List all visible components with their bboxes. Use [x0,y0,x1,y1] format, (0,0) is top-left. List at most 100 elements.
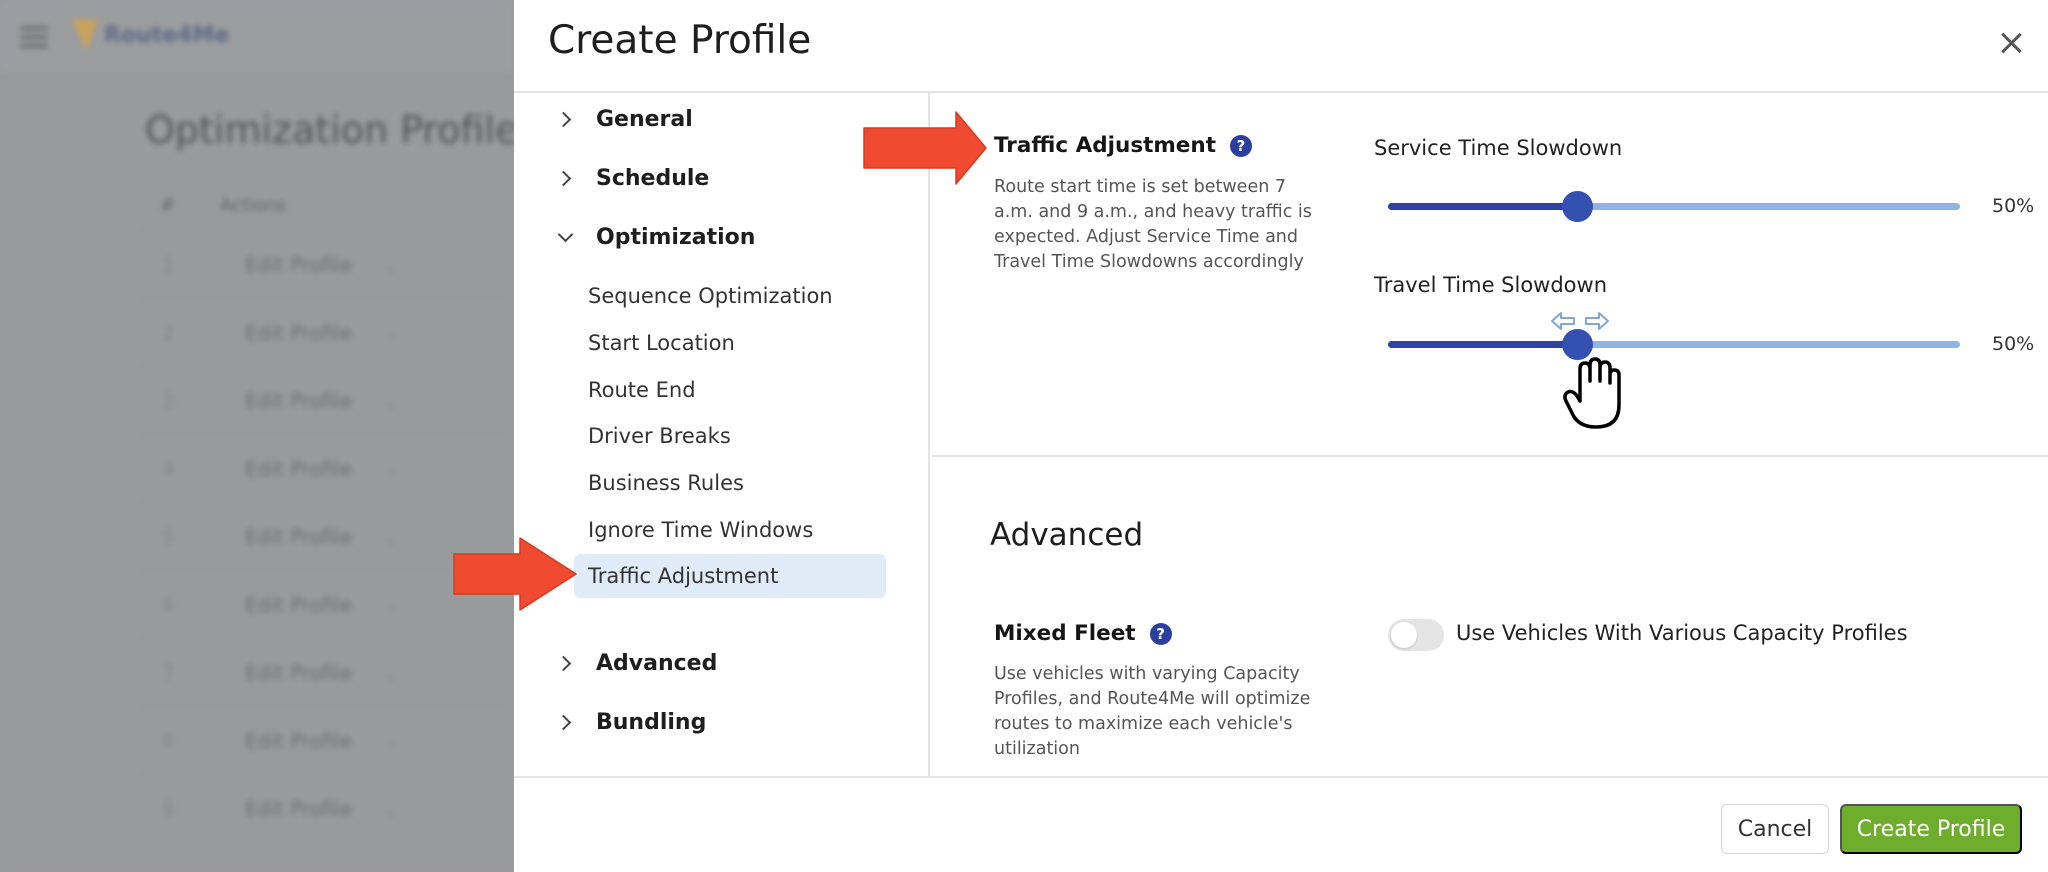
table-row: 4 Edit Profile ⌄ [140,434,514,502]
mixed-fleet-toggle[interactable] [1388,619,1444,651]
row-number: 1 [162,252,175,277]
edit-profile-action: Edit Profile [245,728,353,753]
table-row: 8 Edit Profile ⌄ [140,706,514,774]
travel-time-slowdown-label: Travel Time Slowdown [1374,273,1608,297]
annotation-arrow-icon [863,111,987,185]
chevron-down-icon: ⌄ [382,320,400,345]
chevron-down-icon: ⌄ [382,456,400,481]
column-header-actions: Actions [220,194,286,216]
profile-settings-nav: General Schedule Optimization Sequence O… [514,93,930,776]
edit-profile-action: Edit Profile [245,796,353,821]
row-number: 2 [162,320,175,345]
chevron-right-icon [554,652,578,676]
nav-item-traffic-adjustment[interactable]: Traffic Adjustment [574,554,886,598]
table-row: 3 Edit Profile ⌄ [140,366,514,434]
chevron-down-icon: ⌄ [382,728,400,753]
traffic-adjustment-title: Traffic Adjustment ? [994,133,1252,158]
annotation-arrow-icon [453,537,577,611]
traffic-adjustment-heading: Traffic Adjustment [994,133,1216,158]
nav-item-route-end[interactable]: Route End [574,368,886,412]
create-profile-modal: Create Profile General Schedule Optimiza… [514,0,2048,872]
edit-profile-action: Edit Profile [245,660,353,685]
row-number: 5 [162,524,175,549]
help-icon[interactable]: ? [1229,134,1252,157]
nav-section-label: Optimization [596,225,756,250]
logo-text: Route4Me [104,22,230,48]
travel-time-slowdown-slider[interactable] [1388,329,1960,360]
background-topbar: Route4Me [0,0,514,72]
nav-item-ignore-time-windows[interactable]: Ignore Time Windows [574,508,886,552]
chevron-right-icon [554,711,578,735]
traffic-adjustment-section: Traffic Adjustment ? Route start time is… [932,93,2048,457]
chevron-down-icon [554,226,578,250]
edit-profile-action: Edit Profile [245,320,353,345]
advanced-section-title: Advanced [990,517,1144,553]
chevron-down-icon: ⌄ [382,796,400,821]
chevron-down-icon: ⌄ [382,252,400,277]
hamburger-menu-icon [20,26,48,48]
logo-mark-icon [72,20,98,50]
mixed-fleet-description: Use vehicles with varying Capacity Profi… [994,664,1311,759]
drag-horizontal-arrows-icon [1551,312,1609,330]
row-number: 6 [162,592,175,617]
slider-fill [1388,341,1577,348]
nav-section-label: Schedule [596,166,710,191]
background-table: # Actions 1 Edit Profile ⌄ 2 Edit Profile ⌄ 3 E… [140,180,514,842]
hand-cursor-icon [1563,357,1621,429]
nav-section-general[interactable]: General [554,107,693,132]
nav-section-optimization[interactable]: Optimization [554,225,755,250]
settings-content: Traffic Adjustment ? Route start time is… [932,93,2048,776]
edit-profile-action: Edit Profile [245,592,353,617]
nav-item-start-location[interactable]: Start Location [574,321,886,365]
chevron-down-icon: ⌄ [382,660,400,685]
chevron-down-icon: ⌄ [382,592,400,617]
mixed-fleet-heading: Mixed Fleet [994,621,1136,646]
modal-header: Create Profile [514,0,2048,93]
modal-body: General Schedule Optimization Sequence O… [514,93,2048,776]
row-number: 4 [162,456,175,481]
mixed-fleet-title: Mixed Fleet ? [994,621,1172,646]
service-time-slowdown-label: Service Time Slowdown [1374,136,1623,160]
service-time-slowdown-value: 50% [1992,195,2035,217]
nav-section-bundling[interactable]: Bundling [554,710,706,735]
help-icon[interactable]: ? [1149,622,1172,645]
travel-time-slowdown-value: 50% [1992,333,2035,355]
nav-section-label: Advanced [596,651,718,676]
nav-item-driver-breaks[interactable]: Driver Breaks [574,414,886,458]
nav-section-advanced[interactable]: Advanced [554,651,717,676]
row-number: 3 [162,388,175,413]
edit-profile-action: Edit Profile [245,388,353,413]
background-table-header: # Actions [140,180,514,230]
mixed-fleet-toggle-label: Use Vehicles With Various Capacity Profi… [1456,621,1908,645]
table-row: 1 Edit Profile ⌄ [140,230,514,298]
create-profile-button[interactable]: Create Profile [1840,804,2022,854]
chevron-down-icon: ⌄ [382,524,400,549]
background-page-title: Optimization Profiles [145,108,514,152]
traffic-adjustment-description: Route start time is set between 7 a.m. a… [994,177,1312,272]
nav-section-label: Bundling [596,710,707,735]
chevron-right-icon [554,167,578,191]
app-logo: Route4Me [72,20,229,50]
edit-profile-action: Edit Profile [245,456,353,481]
modal-footer: Cancel Create Profile [514,776,2048,872]
slider-thumb[interactable] [1561,191,1593,222]
toggle-knob [1391,622,1417,648]
row-number: 9 [162,796,175,821]
table-row: 7 Edit Profile ⌄ [140,638,514,706]
chevron-right-icon [554,108,578,132]
nav-section-schedule[interactable]: Schedule [554,166,709,191]
table-row: 9 Edit Profile ⌄ [140,774,514,842]
edit-profile-action: Edit Profile [245,524,353,549]
nav-item-sequence-optimization[interactable]: Sequence Optimization [574,274,886,318]
edit-profile-action: Edit Profile [245,252,353,277]
row-number: 7 [162,660,175,685]
slider-fill [1388,203,1577,210]
cancel-button[interactable]: Cancel [1721,804,1829,854]
background-app: Route4Me Optimization Profiles # Actions… [0,0,514,872]
nav-section-label: General [596,107,693,132]
modal-title: Create Profile [548,18,812,63]
service-time-slowdown-slider[interactable] [1388,191,1960,222]
close-icon[interactable] [1996,28,2026,58]
nav-item-business-rules[interactable]: Business Rules [574,461,886,505]
row-number: 8 [162,728,175,753]
